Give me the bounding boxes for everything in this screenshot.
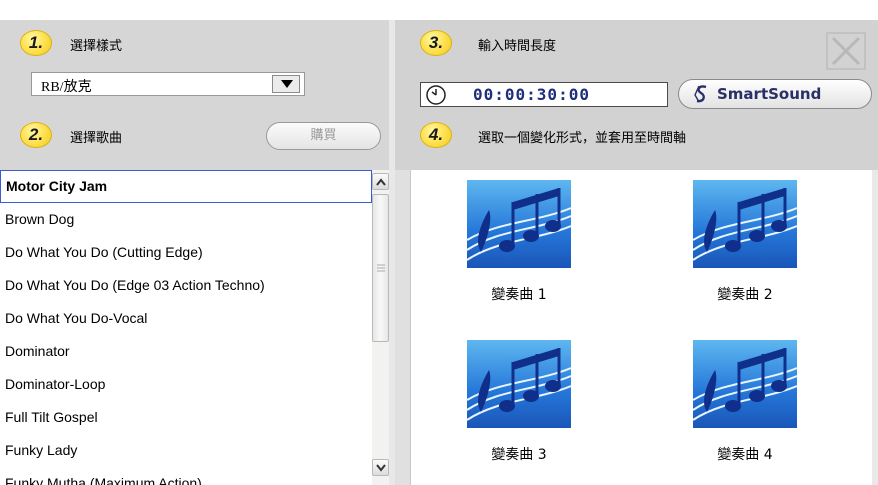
chevron-down-icon	[376, 464, 386, 472]
step-3-badge: 3.	[420, 30, 452, 56]
close-icon	[831, 36, 861, 66]
scroll-thumb[interactable]	[372, 194, 389, 342]
top-strip	[0, 0, 878, 20]
step-2-badge: 2.	[20, 122, 52, 148]
dropdown-arrow-button[interactable]	[272, 75, 300, 93]
music-notes-icon	[467, 180, 571, 268]
song-item[interactable]: Dominator	[0, 335, 372, 368]
step-4-badge: 4.	[420, 122, 452, 148]
song-item[interactable]: Do What You Do-Vocal	[0, 302, 372, 335]
scroll-up-button[interactable]	[372, 173, 389, 190]
step-1-label: 選擇樣式	[70, 39, 123, 54]
song-list[interactable]: Motor City Jam Brown Dog Do What You Do …	[0, 170, 389, 485]
smartsound-dialog: 1. 選擇樣式 RB/放克 2. 選擇歌曲 購買 3. 輸入時間長度 00:00…	[0, 0, 878, 485]
variation-item-2[interactable]: 變奏曲 2	[675, 180, 815, 303]
close-button[interactable]	[826, 32, 866, 70]
variation-item-1[interactable]: 變奏曲 1	[449, 180, 589, 303]
duration-field[interactable]: 00:00:30:00	[420, 82, 668, 107]
smartsound-button[interactable]: SmartSound	[678, 79, 872, 109]
variation-scrollbar[interactable]	[872, 170, 878, 485]
song-item[interactable]: Brown Dog	[0, 203, 372, 236]
variation-grid: 變奏曲 1 變奏曲 2 變奏曲 3 變奏曲 4	[410, 170, 872, 485]
variation-label: 變奏曲 1	[491, 287, 547, 303]
clock-icon	[426, 85, 446, 105]
step-3-label: 輸入時間長度	[478, 39, 557, 54]
buy-button[interactable]: 購買	[266, 122, 381, 150]
song-item[interactable]: Full Tilt Gospel	[0, 401, 372, 434]
duration-value: 00:00:30:00	[473, 85, 590, 104]
step-2-label: 選擇歌曲	[70, 131, 123, 146]
style-dropdown[interactable]: RB/放克	[31, 72, 305, 96]
song-item[interactable]: Funky Mutha (Maximum Action)	[0, 467, 372, 485]
variation-panel-gap	[395, 170, 410, 485]
variation-label: 變奏曲 4	[717, 447, 773, 463]
variation-label: 變奏曲 3	[491, 447, 547, 463]
song-item[interactable]: Motor City Jam	[0, 170, 372, 203]
chevron-down-icon	[281, 80, 293, 88]
grip-icon	[377, 264, 385, 272]
music-notes-icon	[693, 340, 797, 428]
chevron-up-icon	[376, 178, 386, 186]
song-list-scrollbar[interactable]	[372, 170, 389, 485]
style-dropdown-value: RB/放克	[41, 80, 92, 95]
step-4-label: 選取一個變化形式，並套用至時間軸	[478, 131, 687, 146]
song-item[interactable]: Do What You Do (Edge 03 Action Techno)	[0, 269, 372, 302]
music-notes-icon	[693, 180, 797, 268]
song-item[interactable]: Dominator-Loop	[0, 368, 372, 401]
variation-label: 變奏曲 2	[717, 287, 773, 303]
music-notes-icon	[467, 340, 571, 428]
step-1-badge: 1.	[20, 30, 52, 56]
smartsound-label: SmartSound	[717, 85, 822, 103]
song-item[interactable]: Do What You Do (Cutting Edge)	[0, 236, 372, 269]
smartsound-logo-icon	[694, 85, 707, 103]
song-item[interactable]: Funky Lady	[0, 434, 372, 467]
variation-item-4[interactable]: 變奏曲 4	[675, 340, 815, 463]
variation-item-3[interactable]: 變奏曲 3	[449, 340, 589, 463]
scroll-down-button[interactable]	[372, 459, 389, 476]
